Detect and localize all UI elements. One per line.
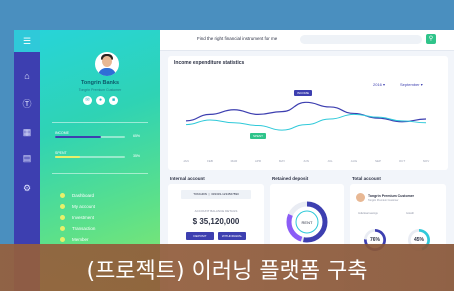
line-chart: JAN FEB MAR APR MAY JUN JUL AUG SEP OCT NOV (183, 101, 430, 163)
x-tick-label: JAN (183, 159, 189, 163)
deposit-button[interactable]: DEPOSIT (186, 232, 214, 240)
bank-name: TONGRIN (193, 192, 207, 196)
x-tick-label: JUL (327, 159, 333, 163)
chat-icon[interactable]: ▦ (21, 126, 33, 138)
user-name: Tongrin Banks (80, 80, 120, 86)
customer-avatar (356, 193, 365, 202)
menu-item-transaction[interactable]: Transaction (60, 223, 95, 234)
income-expenditure-card: Income expenditure statistics 2016 ▾ Sep… (168, 56, 448, 170)
savings-label: Individual savings (358, 212, 378, 215)
withdrawal-button[interactable]: WITHDRAWAL (218, 232, 246, 240)
x-tick-label: MAR (231, 159, 239, 163)
message-icon[interactable]: ✉ (83, 96, 92, 105)
user-subtitle: Tongrin Premium Customer (78, 88, 122, 92)
progress-fill (55, 136, 101, 138)
x-tick-label: NOV (423, 159, 430, 163)
caption-text: (프로젝트) 이러닝 플랫폼 구축 (86, 259, 368, 284)
series-line-spent (185, 113, 427, 131)
nav-menu: Dashboard My account Investment Transact… (60, 190, 95, 245)
menu-item-label: My account (72, 204, 96, 209)
progress-label: INCOME (55, 131, 69, 135)
retained-deposit-heading: Retained deposit (272, 176, 309, 181)
progress-value: 65% (133, 134, 141, 138)
x-tick-label: SEP (375, 159, 381, 163)
menu-item-label: Member (72, 237, 89, 242)
donut-label: RENT (302, 220, 313, 225)
settings-icon[interactable]: ⚙ (21, 182, 33, 194)
customer-subtitle: Tongrin Premium Customer (368, 199, 399, 202)
x-tick-label: JUN (303, 159, 309, 163)
wallet-icon[interactable]: ■ (109, 96, 118, 105)
internal-account-heading: Internal account (170, 176, 205, 181)
x-tick-label: MAY (279, 159, 285, 163)
customer-name: Tongrin Premium Customer (368, 194, 415, 198)
divider (52, 122, 148, 123)
menu-item-label: Investment (72, 215, 95, 220)
top-bar: Find the right financial instrument for … (160, 30, 454, 51)
account-no: 333333-1234567890 (211, 192, 239, 196)
progress-value: 35% (133, 154, 141, 158)
total-account-heading: Total account (352, 176, 381, 181)
avatar[interactable] (95, 52, 119, 76)
progress-fill (55, 156, 80, 158)
search-prompt: Find the right financial instrument for … (197, 36, 278, 41)
x-tick-label: AUG (351, 159, 358, 163)
spent-progress: SPENT 35% (55, 151, 145, 158)
account-number: TONGRIN | 333333-1234567890 (181, 190, 251, 199)
search-icon[interactable]: ⚲ (426, 34, 436, 44)
menu-item-my-account[interactable]: My account (60, 201, 95, 212)
spent-tag: SPENT (250, 133, 267, 140)
x-tick-label: APR (255, 159, 262, 163)
income-tag: INCOME (294, 90, 312, 97)
progress-label: SPENT (55, 151, 67, 155)
dollar-icon[interactable]: Ⓣ (21, 98, 33, 110)
growth-label: Growth (406, 212, 415, 215)
caption-banner: (프로젝트) 이러닝 플랫폼 구축 (0, 244, 454, 291)
menu-item-label: Transaction (72, 226, 96, 231)
bell-icon[interactable]: ● (96, 96, 105, 105)
menu-item-label: Dashboard (72, 193, 95, 198)
balance-label: ACCOUNT BALANCE DETAILS (194, 209, 238, 213)
divider (52, 173, 148, 174)
x-tick-label: OCT (399, 159, 406, 163)
menu-icon[interactable]: ☰ (14, 30, 40, 52)
card-icon[interactable]: ▤ (21, 152, 33, 164)
balance-value: $ 35,120,000 (192, 217, 240, 226)
income-progress: INCOME 65% (55, 131, 145, 138)
menu-item-investment[interactable]: Investment (60, 212, 95, 223)
search-input[interactable] (300, 35, 422, 44)
menu-item-dashboard[interactable]: Dashboard (60, 190, 95, 201)
x-tick-label: FEB (207, 159, 213, 163)
home-icon[interactable]: ⌂ (21, 70, 33, 82)
